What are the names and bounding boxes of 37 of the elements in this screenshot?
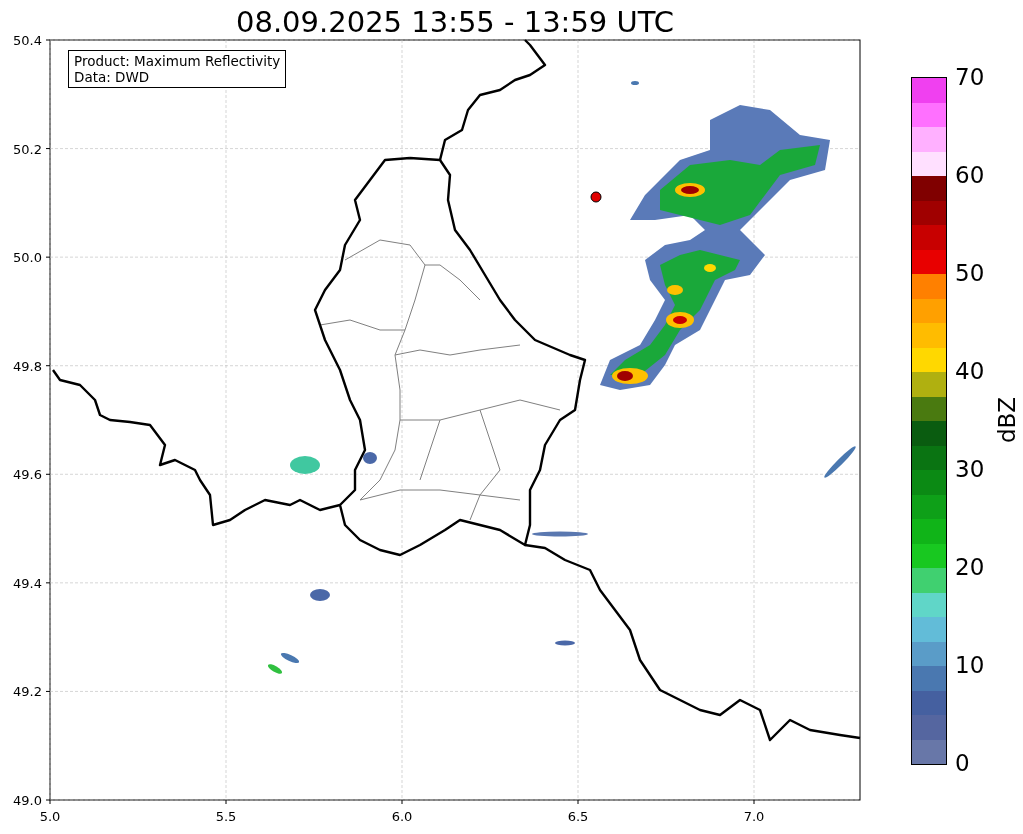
x-tick-label: 5.0	[39, 809, 61, 824]
chart-title: 08.09.2025 13:55 - 13:59 UTC	[235, 4, 675, 30]
tick-mark	[225, 799, 227, 805]
x-tick-label: 6.5	[567, 809, 589, 824]
tick-mark	[45, 148, 51, 150]
legend-text: Data: DWD	[74, 69, 151, 85]
tick-mark	[401, 799, 403, 805]
tick-mark	[45, 582, 51, 584]
tick-mark	[45, 473, 51, 475]
y-tick-label: 49.2	[13, 684, 42, 700]
tick-mark	[45, 39, 51, 41]
y-tick-label: 49.6	[13, 467, 42, 483]
location-marker	[590, 191, 602, 203]
colorbar-tick-label: 70	[955, 63, 985, 92]
colorbar-tick-label: 60	[955, 161, 985, 190]
colorbar-tick-label: 30	[955, 455, 985, 484]
tick-mark	[45, 690, 51, 692]
y-tick-label: 49.4	[13, 575, 42, 591]
x-tick-label: 5.5	[215, 809, 237, 824]
y-tick-label: 50.4	[13, 33, 42, 48]
y-tick-label: 49.0	[13, 793, 42, 808]
x-tick-label: 7.0	[743, 809, 765, 824]
colorbar-tick-label: 0	[955, 749, 971, 778]
tick-mark	[45, 256, 51, 258]
y-tick-label: 50.0	[13, 250, 42, 266]
x-tick-label: 6.0	[391, 809, 413, 824]
legend-text: Product: Maximum Reflectivity	[74, 53, 281, 69]
colorbar-tick-label: 40	[955, 357, 985, 386]
y-tick-label: 50.2	[13, 141, 42, 157]
colorbar-tick-label: 20	[955, 553, 985, 582]
colorbar-tick-label: 50	[955, 259, 985, 288]
y-tick-label: 49.8	[13, 358, 42, 374]
tick-mark	[45, 365, 51, 367]
tick-mark	[577, 799, 579, 805]
colorbar-label: dBZ	[994, 396, 1021, 444]
tick-mark	[753, 799, 755, 805]
colorbar-tick-label: 10	[955, 651, 985, 680]
